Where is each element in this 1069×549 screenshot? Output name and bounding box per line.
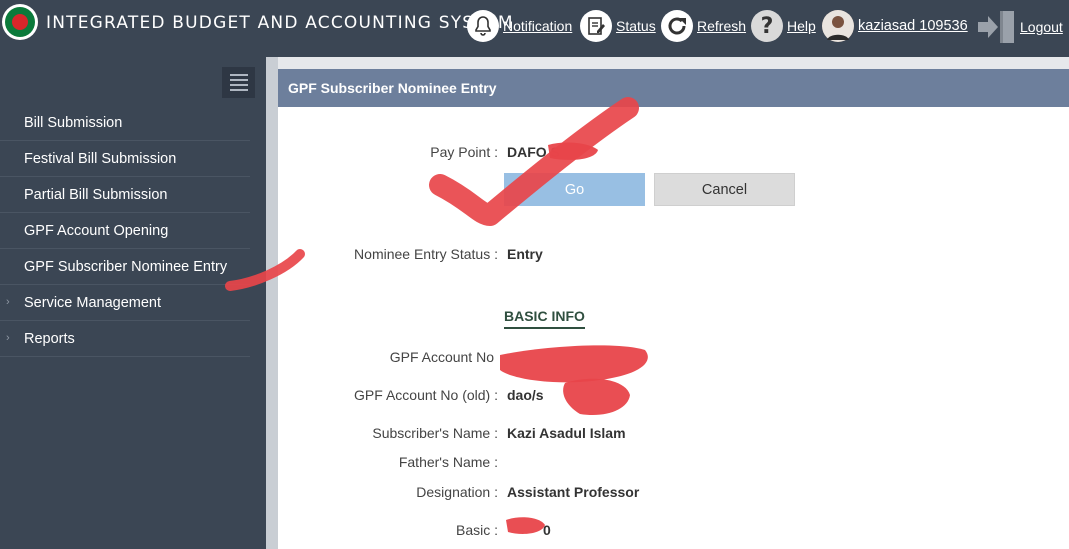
- sidebar-item-gpf-account-opening[interactable]: GPF Account Opening: [0, 213, 250, 249]
- sidebar-splitter[interactable]: [266, 57, 278, 549]
- nominee-status-value: Entry: [507, 246, 543, 262]
- sidebar-item-label: Partial Bill Submission: [24, 186, 168, 203]
- sidebar-item-service-management[interactable]: › Service Management: [0, 285, 250, 321]
- sidebar-item-label: Service Management: [24, 294, 162, 311]
- basic-value: 0: [543, 522, 551, 538]
- chevron-right-icon: ›: [6, 296, 10, 308]
- sidebar-item-reports[interactable]: › Reports: [0, 321, 250, 357]
- designation-value: Assistant Professor: [507, 484, 640, 500]
- panel-header: GPF Subscriber Nominee Entry: [278, 69, 1069, 107]
- nominee-status-label: Nominee Entry Status :: [354, 246, 498, 262]
- help-button[interactable]: ? Help: [751, 10, 816, 42]
- sidebar-nav: Bill Submission Festival Bill Submission…: [0, 105, 250, 357]
- sidebar-item-bill-submission[interactable]: Bill Submission: [0, 105, 250, 141]
- subscriber-name-value: Kazi Asadul Islam: [507, 425, 626, 441]
- government-logo: [2, 4, 38, 40]
- content-top-strip: [278, 57, 1069, 69]
- notification-button[interactable]: Notification: [467, 10, 572, 42]
- sidebar-item-partial-bill-submission[interactable]: Partial Bill Submission: [0, 177, 250, 213]
- designation-label: Designation :: [416, 484, 498, 500]
- refresh-link[interactable]: Refresh: [697, 18, 746, 34]
- logout-icon: [978, 10, 1016, 44]
- basic-info-heading: BASIC INFO: [504, 308, 585, 329]
- subscriber-name-label: Subscriber's Name :: [372, 425, 498, 441]
- notification-link[interactable]: Notification: [503, 18, 572, 34]
- gpf-account-no-old-value: dao/s: [507, 387, 544, 403]
- go-button[interactable]: Go: [504, 173, 645, 206]
- status-link[interactable]: Status: [616, 18, 656, 34]
- user-profile[interactable]: kaziasad 109536: [822, 10, 968, 42]
- gpf-account-no-label: GPF Account No: [389, 349, 494, 365]
- sidebar-item-label: Reports: [24, 330, 75, 347]
- basic-label: Basic :: [455, 522, 498, 538]
- logout-button[interactable]: Logout: [978, 10, 1063, 44]
- chevron-right-icon: ›: [6, 332, 10, 344]
- user-link[interactable]: kaziasad 109536: [858, 18, 968, 34]
- sidebar-item-festival-bill-submission[interactable]: Festival Bill Submission: [0, 141, 250, 177]
- help-link[interactable]: Help: [787, 18, 816, 34]
- logout-link[interactable]: Logout: [1020, 19, 1063, 35]
- nominee-entry-form: Pay Point : DAFO S Go Cancel Nominee Ent…: [278, 107, 1069, 549]
- sidebar-item-label: GPF Subscriber Nominee Entry: [24, 258, 228, 275]
- sidebar-item-label: Festival Bill Submission: [24, 150, 177, 167]
- menu-toggle-button[interactable]: [222, 67, 255, 98]
- gpf-account-no-old-label: GPF Account No (old) :: [354, 387, 498, 403]
- sidebar-item-gpf-subscriber-nominee-entry[interactable]: GPF Subscriber Nominee Entry: [0, 249, 250, 285]
- status-button[interactable]: Status: [580, 10, 656, 42]
- panel-title: GPF Subscriber Nominee Entry: [288, 80, 497, 96]
- sidebar-item-label: Bill Submission: [24, 114, 123, 131]
- clipboard-edit-icon: [580, 10, 612, 42]
- pay-point-value[interactable]: DAFO S: [507, 144, 560, 160]
- refresh-button[interactable]: Refresh: [661, 10, 746, 42]
- father-name-label: Father's Name :: [398, 454, 498, 470]
- question-icon: ?: [751, 10, 783, 42]
- bell-icon: [467, 10, 499, 42]
- app-title: INTEGRATED BUDGET AND ACCOUNTING SYSTEM: [46, 13, 514, 33]
- cancel-button[interactable]: Cancel: [654, 173, 795, 206]
- top-header: INTEGRATED BUDGET AND ACCOUNTING SYSTEM …: [0, 0, 1069, 57]
- user-avatar: [822, 10, 854, 42]
- refresh-icon: [661, 10, 693, 42]
- pay-point-label: Pay Point :: [430, 144, 498, 160]
- sidebar: Bill Submission Festival Bill Submission…: [0, 57, 266, 549]
- sidebar-item-label: GPF Account Opening: [24, 222, 169, 239]
